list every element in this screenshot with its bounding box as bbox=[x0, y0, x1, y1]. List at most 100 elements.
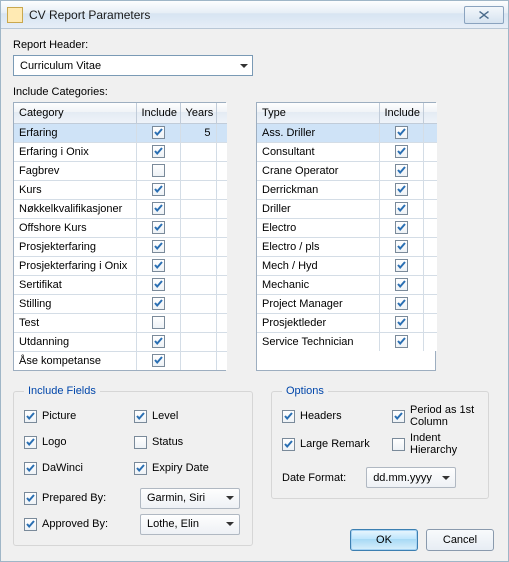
table-row[interactable]: Erfaring5 bbox=[14, 123, 227, 142]
col-include-type[interactable]: Include bbox=[379, 103, 423, 123]
category-cell[interactable]: Offshore Kurs bbox=[14, 218, 136, 237]
field-logo[interactable]: Logo bbox=[24, 431, 132, 453]
field-expiry[interactable]: Expiry Date bbox=[134, 457, 242, 479]
col-years[interactable]: Years bbox=[180, 103, 216, 123]
years-cell[interactable] bbox=[180, 218, 216, 237]
type-cell[interactable]: Derrickman bbox=[257, 180, 379, 199]
prepared-by-combo[interactable]: Garmin, Siri bbox=[140, 488, 240, 509]
type-cell[interactable]: Mech / Hyd bbox=[257, 256, 379, 275]
cancel-button[interactable]: Cancel bbox=[426, 529, 494, 551]
include-cell[interactable] bbox=[136, 237, 180, 256]
type-cell[interactable]: Mechanic bbox=[257, 275, 379, 294]
col-type[interactable]: Type bbox=[257, 103, 379, 123]
category-cell[interactable]: Utdanning bbox=[14, 332, 136, 351]
category-cell[interactable]: Nøkkelkvalifikasjoner bbox=[14, 199, 136, 218]
type-cell[interactable]: Consultant bbox=[257, 142, 379, 161]
field-prepared-by[interactable]: Prepared By: bbox=[24, 487, 132, 509]
table-row[interactable]: Crane Operator bbox=[257, 161, 437, 180]
include-cell[interactable] bbox=[379, 123, 423, 142]
opt-large-remark[interactable]: Large Remark bbox=[282, 433, 392, 455]
category-cell[interactable]: Prosjekterfaring bbox=[14, 237, 136, 256]
field-approved-by[interactable]: Approved By: bbox=[24, 513, 132, 535]
table-row[interactable]: Prosjekterfaring i Onix bbox=[14, 256, 227, 275]
col-include[interactable]: Include bbox=[136, 103, 180, 123]
category-cell[interactable]: Åse kompetanse bbox=[14, 351, 136, 370]
type-cell[interactable]: Electro bbox=[257, 218, 379, 237]
col-category[interactable]: Category bbox=[14, 103, 136, 123]
type-cell[interactable]: Prosjektleder bbox=[257, 313, 379, 332]
field-status[interactable]: Status bbox=[134, 431, 242, 453]
table-row[interactable]: Mech / Hyd bbox=[257, 256, 437, 275]
include-cell[interactable] bbox=[136, 142, 180, 161]
include-cell[interactable] bbox=[379, 256, 423, 275]
include-cell[interactable] bbox=[136, 313, 180, 332]
include-cell[interactable] bbox=[379, 199, 423, 218]
table-row[interactable]: Åse kompetanse bbox=[14, 351, 227, 370]
type-cell[interactable]: Crane Operator bbox=[257, 161, 379, 180]
include-cell[interactable] bbox=[136, 123, 180, 142]
field-picture[interactable]: Picture bbox=[24, 405, 132, 427]
include-cell[interactable] bbox=[136, 351, 180, 370]
close-button[interactable] bbox=[464, 6, 504, 24]
opt-headers[interactable]: Headers bbox=[282, 405, 392, 427]
table-row[interactable]: Nøkkelkvalifikasjoner bbox=[14, 199, 227, 218]
table-row[interactable]: Prosjekterfaring bbox=[14, 237, 227, 256]
years-cell[interactable] bbox=[180, 294, 216, 313]
ok-button[interactable]: OK bbox=[350, 529, 418, 551]
category-cell[interactable]: Test bbox=[14, 313, 136, 332]
years-cell[interactable] bbox=[180, 142, 216, 161]
table-row[interactable]: Sertifikat bbox=[14, 275, 227, 294]
years-cell[interactable] bbox=[180, 237, 216, 256]
approved-by-combo[interactable]: Lothe, Elin bbox=[140, 514, 240, 535]
category-cell[interactable]: Stilling bbox=[14, 294, 136, 313]
type-cell[interactable]: Project Manager bbox=[257, 294, 379, 313]
table-row[interactable]: Stilling bbox=[14, 294, 227, 313]
table-row[interactable]: Fagbrev bbox=[14, 161, 227, 180]
years-cell[interactable] bbox=[180, 199, 216, 218]
type-cell[interactable]: Driller bbox=[257, 199, 379, 218]
include-cell[interactable] bbox=[379, 218, 423, 237]
field-level[interactable]: Level bbox=[134, 405, 242, 427]
date-format-combo[interactable]: dd.mm.yyyy bbox=[366, 467, 456, 488]
years-cell[interactable]: 5 bbox=[180, 123, 216, 142]
table-row[interactable]: Consultant bbox=[257, 142, 437, 161]
category-cell[interactable]: Sertifikat bbox=[14, 275, 136, 294]
opt-indent[interactable]: Indent Hierarchy bbox=[392, 433, 478, 455]
include-cell[interactable] bbox=[136, 275, 180, 294]
include-cell[interactable] bbox=[136, 294, 180, 313]
type-cell[interactable]: Ass. Driller bbox=[257, 123, 379, 142]
table-row[interactable]: Derrickman bbox=[257, 180, 437, 199]
include-cell[interactable] bbox=[136, 199, 180, 218]
years-cell[interactable] bbox=[180, 256, 216, 275]
categories-grid[interactable]: Category Include Years Erfaring5Erfaring… bbox=[13, 102, 226, 371]
table-row[interactable]: Erfaring i Onix bbox=[14, 142, 227, 161]
table-row[interactable]: Prosjektleder bbox=[257, 313, 437, 332]
years-cell[interactable] bbox=[180, 332, 216, 351]
years-cell[interactable] bbox=[180, 161, 216, 180]
table-row[interactable]: Utdanning bbox=[14, 332, 227, 351]
include-cell[interactable] bbox=[379, 313, 423, 332]
table-row[interactable]: Mechanic bbox=[257, 275, 437, 294]
include-cell[interactable] bbox=[379, 237, 423, 256]
include-cell[interactable] bbox=[379, 275, 423, 294]
include-cell[interactable] bbox=[136, 332, 180, 351]
include-cell[interactable] bbox=[379, 180, 423, 199]
category-cell[interactable]: Fagbrev bbox=[14, 161, 136, 180]
include-cell[interactable] bbox=[136, 218, 180, 237]
category-cell[interactable]: Erfaring i Onix bbox=[14, 142, 136, 161]
type-cell[interactable]: Electro / pls bbox=[257, 237, 379, 256]
years-cell[interactable] bbox=[180, 313, 216, 332]
include-cell[interactable] bbox=[136, 180, 180, 199]
type-cell[interactable]: Service Technician bbox=[257, 332, 379, 351]
years-cell[interactable] bbox=[180, 275, 216, 294]
field-dawinci[interactable]: DaWinci bbox=[24, 457, 132, 479]
years-cell[interactable] bbox=[180, 351, 216, 370]
table-row[interactable]: Service Technician bbox=[257, 332, 437, 351]
include-cell[interactable] bbox=[136, 161, 180, 180]
table-row[interactable]: Kurs bbox=[14, 180, 227, 199]
table-row[interactable]: Electro bbox=[257, 218, 437, 237]
include-cell[interactable] bbox=[379, 142, 423, 161]
report-header-combo[interactable]: Curriculum Vitae bbox=[13, 55, 253, 76]
table-row[interactable]: Ass. Driller bbox=[257, 123, 437, 142]
include-cell[interactable] bbox=[379, 332, 423, 351]
